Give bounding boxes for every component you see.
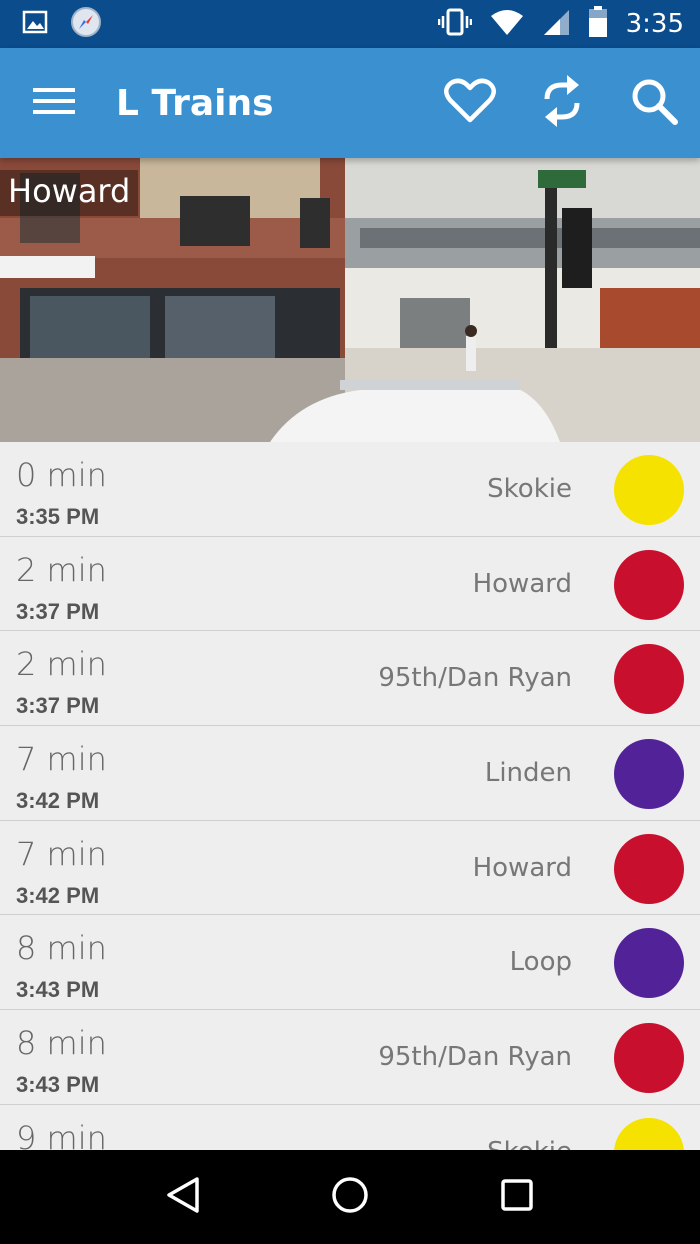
arrival-minutes: 7 min [16, 740, 107, 779]
arrival-destination: Linden [484, 758, 572, 789]
arrival-minutes: 2 min [16, 645, 107, 684]
compass-notification-icon [70, 6, 102, 43]
arrival-destination: Howard [472, 568, 572, 599]
arrival-minutes: 9 min [16, 1118, 107, 1150]
app-bar: L Trains [0, 48, 700, 158]
arrival-destination: 95th/Dan Ryan [378, 663, 572, 694]
search-button[interactable] [608, 48, 700, 158]
system-nav-bar [0, 1150, 700, 1244]
back-icon [165, 1176, 201, 1219]
arrival-row[interactable]: 8 min 3:43 PM Loop [0, 915, 700, 1011]
line-color-indicator [614, 1023, 684, 1094]
arrival-row[interactable]: 2 min 3:37 PM Howard [0, 536, 700, 632]
arrival-time: 3:37 PM [16, 693, 100, 719]
arrival-minutes: 8 min [16, 1024, 107, 1063]
line-color-indicator [614, 739, 684, 810]
arrival-row[interactable]: 2 min 3:37 PM 95th/Dan Ryan [0, 631, 700, 727]
battery-icon [588, 5, 608, 43]
back-button[interactable] [138, 1150, 228, 1244]
arrival-row[interactable]: 9 min Skokie [0, 1104, 700, 1150]
menu-button[interactable] [14, 48, 94, 158]
arrival-destination: Howard [472, 852, 572, 883]
search-icon [630, 77, 678, 130]
recents-button[interactable] [472, 1150, 562, 1244]
app-title: L Trains [116, 82, 274, 124]
wifi-icon [490, 8, 524, 41]
home-icon [331, 1176, 369, 1219]
arrival-row[interactable]: 8 min 3:43 PM 95th/Dan Ryan [0, 1010, 700, 1105]
status-indicators: 3:35 [437, 5, 684, 43]
vibrate-icon [437, 7, 472, 42]
status-time: 3:35 [625, 9, 684, 39]
status-bar: 3:35 [0, 0, 700, 48]
arrival-time: 3:42 PM [16, 788, 100, 814]
favorite-icon [444, 78, 496, 129]
arrival-minutes: 2 min [16, 550, 107, 589]
image-notification-icon [22, 9, 48, 40]
arrival-row[interactable]: 7 min 3:42 PM Linden [0, 726, 700, 821]
arrival-destination: Skokie [487, 1137, 572, 1150]
station-photo: Howard [0, 158, 700, 442]
arrival-destination: Skokie [487, 474, 572, 504]
favorite-button[interactable] [424, 48, 516, 158]
status-notifications [22, 6, 102, 43]
arrivals-list[interactable]: 0 min 3:35 PM Skokie 2 min 3:37 PM Howard 2 mi… [0, 442, 700, 1150]
arrival-time: 3:37 PM [16, 598, 100, 624]
arrival-destination: Loop [509, 947, 572, 978]
arrival-minutes: 7 min [16, 834, 107, 873]
refresh-button[interactable] [516, 48, 608, 158]
line-color-indicator [614, 549, 684, 620]
arrival-time: 3:42 PM [16, 882, 100, 908]
arrival-row[interactable]: 0 min 3:35 PM Skokie [0, 442, 700, 537]
line-color-indicator [614, 833, 684, 904]
hamburger-menu-icon [33, 86, 75, 121]
cell-signal-icon [542, 8, 570, 41]
line-color-indicator [614, 1117, 684, 1150]
line-color-indicator [614, 644, 684, 715]
arrival-time: 3:43 PM [16, 977, 100, 1003]
arrival-time: 3:43 PM [16, 1072, 100, 1098]
refresh-icon [539, 73, 585, 134]
station-name: Howard [0, 170, 139, 216]
recents-icon [500, 1178, 534, 1217]
arrival-minutes: 8 min [16, 929, 107, 968]
arrival-time: 3:35 PM [16, 504, 100, 529]
arrival-minutes: 0 min [16, 456, 107, 494]
arrival-row[interactable]: 7 min 3:42 PM Howard [0, 820, 700, 916]
home-button[interactable] [305, 1150, 395, 1244]
arrival-destination: 95th/Dan Ryan [378, 1042, 572, 1073]
line-color-indicator [614, 928, 684, 999]
line-color-indicator [614, 455, 684, 525]
